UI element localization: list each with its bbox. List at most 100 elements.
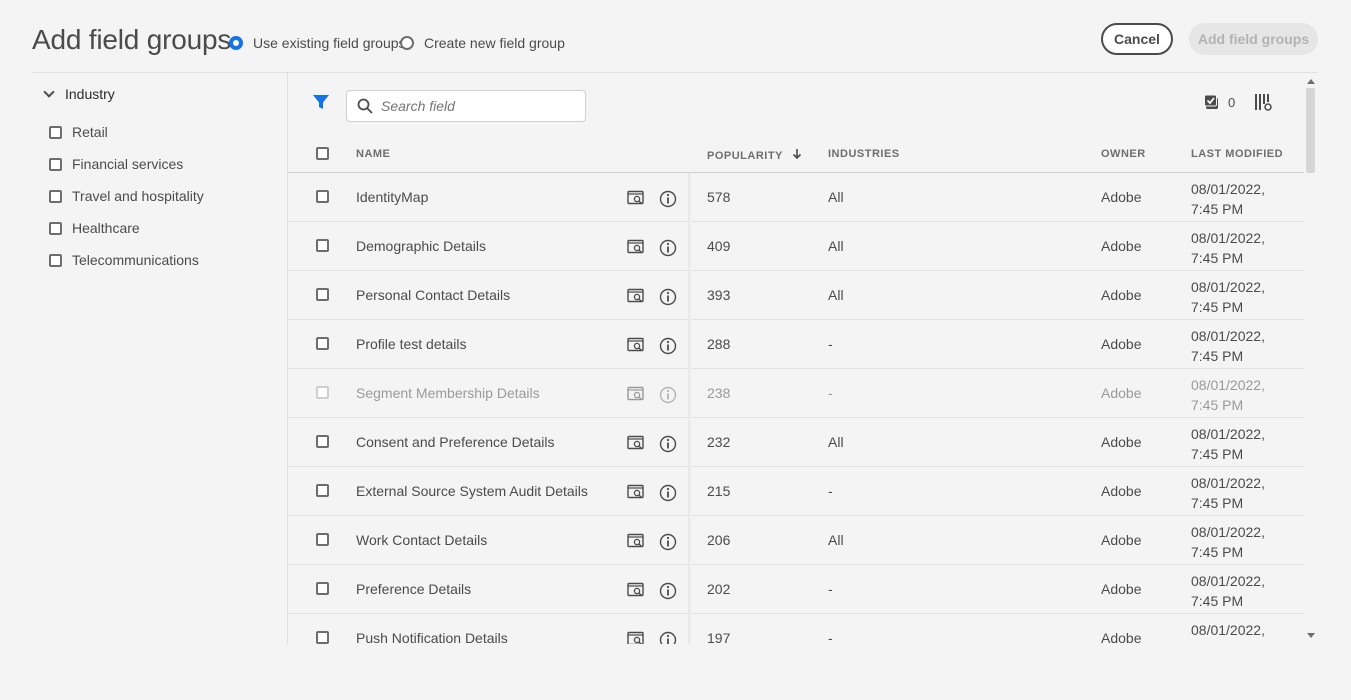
preview-icon[interactable] bbox=[627, 435, 645, 454]
info-icon[interactable] bbox=[659, 582, 677, 603]
checkbox[interactable] bbox=[49, 157, 62, 171]
info-icon[interactable] bbox=[659, 484, 677, 505]
preview-icon[interactable] bbox=[627, 337, 645, 356]
table-row[interactable]: Push Notification Details 197 - Adobe 08… bbox=[288, 614, 1304, 644]
column-header-owner[interactable]: OWNER bbox=[1101, 148, 1146, 160]
info-icon[interactable] bbox=[659, 190, 677, 211]
row-owner: Adobe bbox=[1101, 336, 1142, 352]
table-scrollbar[interactable] bbox=[1303, 73, 1318, 644]
row-modified-time: 7:45 PM bbox=[1191, 397, 1244, 413]
checkbox[interactable] bbox=[49, 253, 62, 267]
table-row[interactable]: Preference Details 202 - Adobe 08/01/202… bbox=[288, 565, 1304, 614]
checkbox[interactable] bbox=[49, 125, 62, 139]
add-field-groups-button[interactable]: Add field groups bbox=[1189, 23, 1318, 55]
info-icon[interactable] bbox=[659, 386, 677, 407]
column-separator bbox=[688, 467, 692, 516]
row-checkbox[interactable] bbox=[316, 190, 329, 203]
filter-item-telecommunications[interactable]: Telecommunications bbox=[49, 252, 199, 268]
preview-icon[interactable] bbox=[627, 484, 645, 503]
row-name[interactable]: Demographic Details bbox=[356, 238, 486, 254]
scroll-down-arrow[interactable] bbox=[1307, 633, 1315, 638]
preview-icon[interactable] bbox=[627, 239, 645, 258]
row-name[interactable]: IdentityMap bbox=[356, 189, 428, 205]
row-checkbox[interactable] bbox=[316, 533, 329, 546]
row-checkbox-cell[interactable] bbox=[316, 337, 329, 353]
table-row[interactable]: Work Contact Details 206 All Adobe 08/01… bbox=[288, 516, 1304, 565]
row-checkbox-cell[interactable] bbox=[316, 239, 329, 255]
row-last-modified: 08/01/2022, 7:45 PM bbox=[1191, 375, 1265, 415]
row-checkbox[interactable] bbox=[316, 288, 329, 301]
column-header-name[interactable]: NAME bbox=[356, 148, 390, 160]
row-last-modified: 08/01/2022, 7:45 PM bbox=[1191, 228, 1265, 268]
row-checkbox[interactable] bbox=[316, 631, 329, 644]
row-checkbox-cell[interactable] bbox=[316, 484, 329, 500]
row-name[interactable]: Push Notification Details bbox=[356, 630, 508, 644]
row-checkbox-cell[interactable] bbox=[316, 435, 329, 451]
row-checkbox[interactable] bbox=[316, 484, 329, 497]
checkbox[interactable] bbox=[49, 221, 62, 235]
filter-item-financial-services[interactable]: Financial services bbox=[49, 156, 183, 172]
preview-icon[interactable] bbox=[627, 582, 645, 601]
cancel-button[interactable]: Cancel bbox=[1101, 23, 1173, 55]
table-row[interactable]: Segment Membership Details 238 - Adobe 0… bbox=[288, 369, 1304, 418]
filter-icon[interactable] bbox=[312, 93, 330, 116]
row-name[interactable]: Work Contact Details bbox=[356, 532, 487, 548]
preview-icon[interactable] bbox=[627, 533, 645, 552]
search-field[interactable] bbox=[346, 90, 586, 122]
preview-icon[interactable] bbox=[627, 386, 645, 405]
info-icon[interactable] bbox=[659, 435, 677, 456]
search-input[interactable] bbox=[381, 98, 561, 114]
table-row[interactable]: Profile test details 288 - Adobe 08/01/2… bbox=[288, 320, 1304, 369]
info-icon[interactable] bbox=[659, 337, 677, 358]
row-name[interactable]: Personal Contact Details bbox=[356, 287, 510, 303]
filter-item-travel-hospitality[interactable]: Travel and hospitality bbox=[49, 188, 204, 204]
row-modified-date: 08/01/2022, bbox=[1191, 573, 1265, 589]
info-icon[interactable] bbox=[659, 533, 677, 554]
row-name[interactable]: Segment Membership Details bbox=[356, 385, 540, 401]
filter-item-healthcare[interactable]: Healthcare bbox=[49, 220, 140, 236]
column-settings-icon[interactable] bbox=[1254, 93, 1272, 116]
row-checkbox[interactable] bbox=[316, 337, 329, 350]
scroll-thumb[interactable] bbox=[1306, 88, 1315, 173]
preview-icon[interactable] bbox=[627, 631, 645, 644]
info-icon[interactable] bbox=[659, 239, 677, 260]
row-name[interactable]: Consent and Preference Details bbox=[356, 434, 554, 450]
industry-section-toggle[interactable]: Industry bbox=[43, 85, 115, 102]
preview-icon[interactable] bbox=[627, 190, 645, 209]
page-header: Add field groups Use existing field grou… bbox=[0, 0, 1351, 73]
info-icon[interactable] bbox=[659, 631, 677, 644]
row-checkbox-cell[interactable] bbox=[316, 533, 329, 549]
table-row[interactable]: IdentityMap 578 All Adobe 08/01/2022, 7:… bbox=[288, 173, 1304, 222]
table-row[interactable]: External Source System Audit Details 215… bbox=[288, 467, 1304, 516]
table-row[interactable]: Personal Contact Details 393 All Adobe 0… bbox=[288, 271, 1304, 320]
table-row[interactable]: Consent and Preference Details 232 All A… bbox=[288, 418, 1304, 467]
row-checkbox-cell[interactable] bbox=[316, 582, 329, 598]
row-name[interactable]: External Source System Audit Details bbox=[356, 483, 588, 499]
column-header-industries[interactable]: INDUSTRIES bbox=[828, 148, 900, 160]
row-industries: - bbox=[828, 336, 833, 352]
info-icon[interactable] bbox=[659, 288, 677, 309]
select-all-checkbox[interactable] bbox=[316, 147, 329, 160]
row-checkbox[interactable] bbox=[316, 239, 329, 252]
row-checkbox[interactable] bbox=[316, 582, 329, 595]
row-checkbox[interactable] bbox=[316, 386, 329, 399]
column-header-popularity[interactable]: POPULARITY bbox=[707, 148, 802, 162]
checkbox[interactable] bbox=[49, 189, 62, 203]
row-name[interactable]: Profile test details bbox=[356, 336, 467, 352]
preview-icon[interactable] bbox=[627, 288, 645, 307]
filter-item-retail[interactable]: Retail bbox=[49, 124, 108, 140]
radio-selected-indicator[interactable] bbox=[229, 36, 243, 50]
scroll-up-arrow[interactable] bbox=[1307, 79, 1315, 84]
row-checkbox[interactable] bbox=[316, 435, 329, 448]
column-header-last-modified[interactable]: LAST MODIFIED bbox=[1191, 148, 1283, 160]
radio-create-new[interactable]: Create new field group bbox=[400, 35, 565, 51]
table-row[interactable]: Demographic Details 409 All Adobe 08/01/… bbox=[288, 222, 1304, 271]
row-checkbox-cell[interactable] bbox=[316, 386, 329, 402]
row-name[interactable]: Preference Details bbox=[356, 581, 471, 597]
row-checkbox-cell[interactable] bbox=[316, 190, 329, 206]
row-last-modified: 08/01/2022, 7:45 PM bbox=[1191, 571, 1265, 611]
row-checkbox-cell[interactable] bbox=[316, 631, 329, 644]
radio-use-existing[interactable]: Use existing field groups bbox=[229, 35, 406, 51]
radio-unselected-indicator[interactable] bbox=[400, 36, 414, 50]
row-checkbox-cell[interactable] bbox=[316, 288, 329, 304]
